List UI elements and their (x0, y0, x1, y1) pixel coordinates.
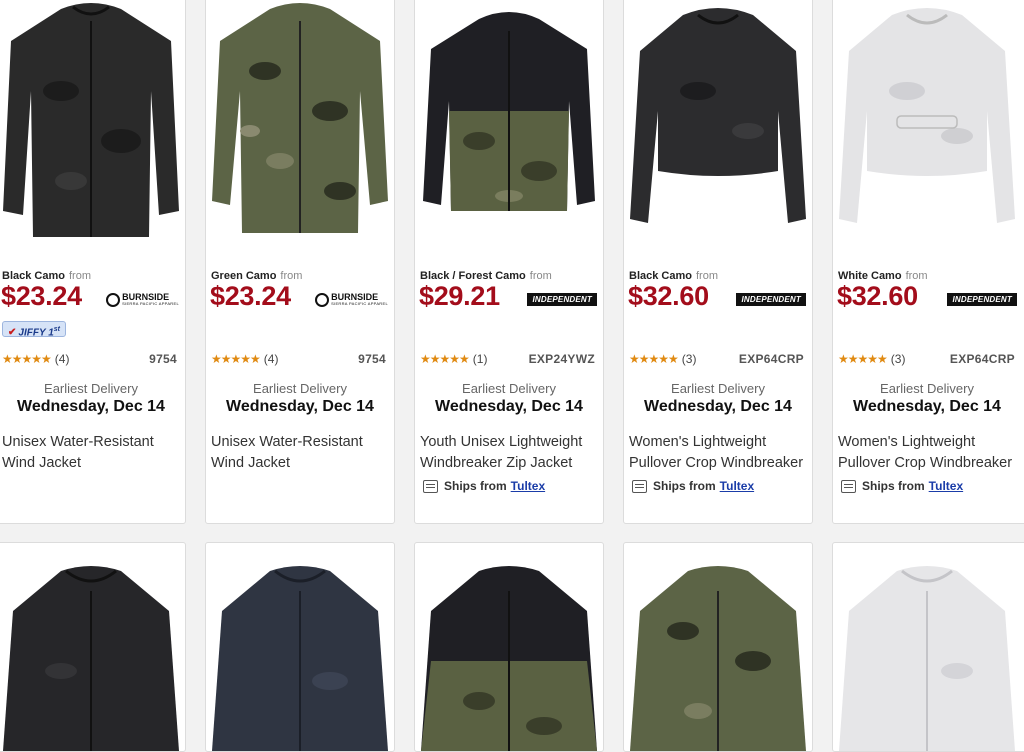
product-sku: EXP64CRP (738, 352, 804, 366)
product-image[interactable] (624, 0, 812, 245)
product-title[interactable]: Unisex Water-Resistant Wind Jacket (211, 432, 390, 474)
burnside-logo-icon (106, 293, 121, 307)
product-price: $29.21 (419, 281, 500, 311)
product-image[interactable] (0, 551, 185, 751)
vendor-link[interactable]: Tultex (929, 479, 963, 493)
product-image[interactable] (206, 551, 394, 751)
delivery-date: Wednesday, Dec 14 (17, 398, 165, 415)
truck-icon (632, 479, 647, 493)
star-icon: ★★★★★ (838, 352, 888, 366)
vendor-link[interactable]: Tultex (511, 479, 545, 493)
rating-row: ★★★★★ (3) EXP64CRP (629, 352, 804, 366)
product-title[interactable]: Unisex Water-Resistant Wind Jacket (2, 432, 181, 474)
vendor-link[interactable]: Tultex (720, 479, 754, 493)
product-card[interactable] (205, 542, 395, 752)
jiffy-badge: ✔ JIFFY 1st (2, 321, 67, 339)
product-card[interactable] (0, 542, 186, 752)
product-card[interactable] (414, 542, 604, 752)
product-card[interactable]: Black / Forest Camo from $29.21 INDEPENDE… (414, 0, 604, 524)
delivery-label: Earliest Delivery (253, 381, 347, 396)
delivery-date: Wednesday, Dec 14 (853, 398, 1001, 415)
delivery-label: Earliest Delivery (671, 381, 765, 396)
rating-row: ★★★★★ (1) EXP24YWZ (420, 352, 595, 366)
product-image[interactable] (206, 0, 394, 245)
delivery-label: Earliest Delivery (880, 381, 974, 396)
product-price: $32.60 (628, 281, 709, 311)
product-image[interactable] (0, 0, 185, 245)
delivery-date: Wednesday, Dec 14 (435, 398, 583, 415)
review-count[interactable]: (3) (891, 352, 906, 366)
product-card[interactable] (623, 542, 813, 752)
ships-from: Ships from Tultex (841, 479, 963, 493)
review-count[interactable]: (4) (264, 352, 279, 366)
delivery-date: Wednesday, Dec 14 (226, 398, 374, 415)
product-card[interactable] (832, 542, 1024, 752)
rating-row: ★★★★★ (3) EXP64CRP (838, 352, 1015, 366)
brand-logo: BURNSIDE SIERRA PACIFIC APPAREL (106, 291, 179, 307)
truck-icon (841, 479, 856, 493)
ships-from: Ships from Tultex (632, 479, 754, 493)
review-count[interactable]: (3) (682, 352, 697, 366)
product-card[interactable]: Black Camo from $32.60 INDEPENDENT ★★★★★(… (623, 0, 813, 524)
product-card[interactable]: White Camo from $32.60 INDEPENDENT ★★★★★(… (832, 0, 1024, 524)
ships-from: Ships from Tultex (423, 479, 545, 493)
brand-logo: INDEPENDENT (736, 291, 806, 307)
star-icon: ★★★★★ (2, 352, 52, 366)
product-price: $23.24 (1, 281, 82, 311)
product-card[interactable]: Black Camo from $23.24 BURNSIDE SIERRA PAC… (0, 0, 186, 524)
product-card[interactable]: Green Camo from $23.24 BURNSIDE SIERRA PAC… (205, 0, 395, 524)
review-count[interactable]: (1) (473, 352, 488, 366)
brand-logo: INDEPENDENT (527, 291, 597, 307)
product-image[interactable] (833, 551, 1021, 751)
product-title[interactable]: Youth Unisex Lightweight Windbreaker Zip… (420, 432, 599, 474)
product-sku: EXP64CRP (949, 352, 1015, 366)
brand-logo: BURNSIDE SIERRA PACIFIC APPAREL (315, 291, 388, 307)
delivery-label: Earliest Delivery (462, 381, 556, 396)
product-sku: 9754 (149, 352, 177, 366)
product-image[interactable] (624, 551, 812, 751)
product-price: $23.24 (210, 281, 291, 311)
delivery-label: Earliest Delivery (44, 381, 138, 396)
product-image[interactable] (415, 551, 603, 751)
brand-logo: INDEPENDENT (947, 291, 1017, 307)
product-price: $32.60 (837, 281, 918, 311)
product-image[interactable] (833, 0, 1021, 245)
star-icon: ★★★★★ (629, 352, 679, 366)
delivery-date: Wednesday, Dec 14 (644, 398, 792, 415)
truck-icon (423, 479, 438, 493)
product-title[interactable]: Women's Lightweight Pullover Crop Windbr… (629, 432, 808, 474)
product-grid: Black Camo from $23.24 BURNSIDE SIERRA PAC… (0, 0, 1024, 752)
product-image[interactable] (415, 0, 603, 245)
rating-row: ★★★★★ (4) 9754 (2, 352, 177, 366)
star-icon: ★★★★★ (420, 352, 470, 366)
star-icon: ★★★★★ (211, 352, 261, 366)
jiffy-check-icon: ✔ (8, 327, 17, 339)
rating-row: ★★★★★ (4) 9754 (211, 352, 386, 366)
product-title[interactable]: Women's Lightweight Pullover Crop Windbr… (838, 432, 1023, 474)
product-sku: 9754 (358, 352, 386, 366)
product-sku: EXP24YWZ (528, 352, 595, 366)
review-count[interactable]: (4) (55, 352, 70, 366)
burnside-logo-icon (315, 293, 330, 307)
